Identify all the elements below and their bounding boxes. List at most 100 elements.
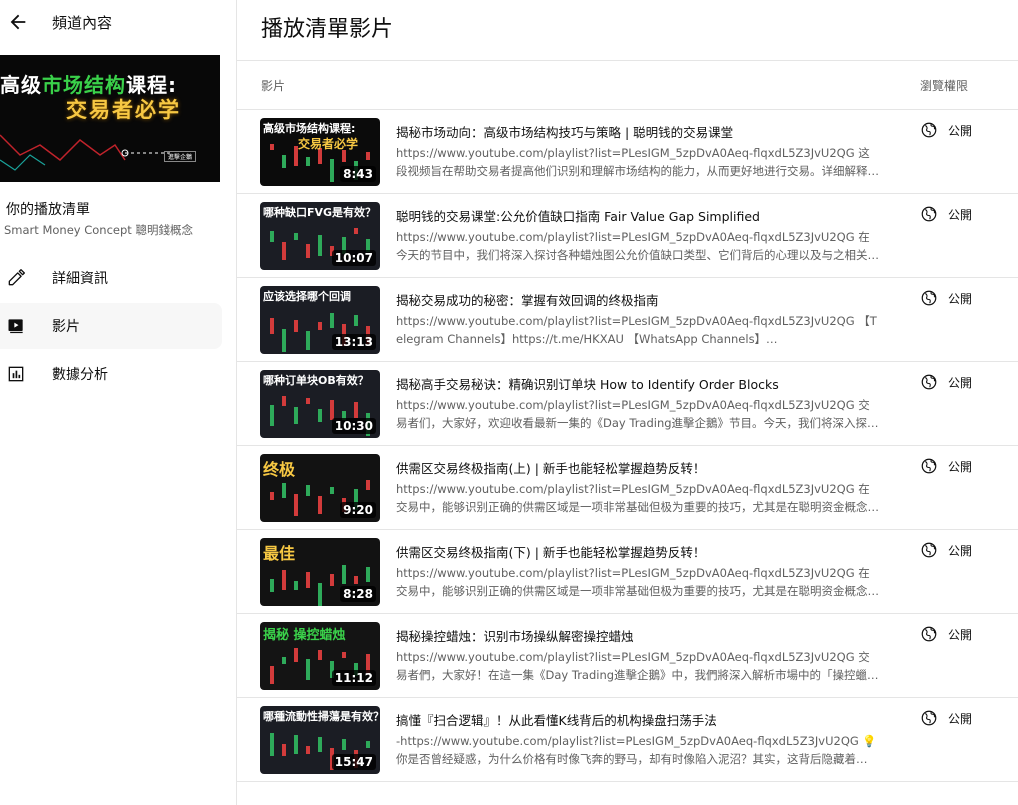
channel-content-title: 頻道內容 xyxy=(52,14,113,32)
video-row[interactable]: 哪種流動性掃蕩是有效？ 15:47 搞懂『扫合逻辑』！从此看懂K线背后的机构操盘扫荡… xyxy=(237,697,1018,782)
video-description: https://www.youtube.com/playlist?list=PL… xyxy=(396,398,879,430)
thumbnail-candle xyxy=(294,407,298,424)
thumbnail-candle xyxy=(318,235,322,256)
video-description: -https://www.youtube.com/playlist?list=P… xyxy=(396,734,877,766)
visibility-selector[interactable]: 公開 xyxy=(920,457,972,475)
visibility-selector[interactable]: 公開 xyxy=(920,205,972,223)
hero-tag: 進擊企鵝 xyxy=(163,151,196,162)
video-title[interactable]: 供需区交易终极指南(下) | 新手也能轻松掌握趋势反转！ xyxy=(396,542,896,561)
video-row[interactable]: 高级市场结构课程: 交易者必学 8:43 揭秘市场动向：高级市场结构技巧与策略 | 聪… xyxy=(237,109,1018,194)
thumbnail-candle xyxy=(294,494,298,516)
thumbnail-candle xyxy=(294,581,298,590)
thumbnail-candle xyxy=(282,570,286,590)
nav-analytics[interactable]: 數據分析 xyxy=(0,351,222,397)
video-title[interactable]: 揭秘操控蜡烛：识别市场操纵解密操控蜡烛 xyxy=(396,626,896,645)
video-duration: 8:43 xyxy=(340,166,376,182)
video-title[interactable]: 揭秘交易成功的秘密：掌握有效回调的终极指南 xyxy=(396,290,896,309)
thumbnail-caption: 高级市场结构课程: xyxy=(263,122,356,135)
main-content: 播放清單影片 影片 瀏覽權限 高级市场结构课程: 交易者必学 8:43 揭秘市场动向：… xyxy=(237,0,1018,805)
thumbnail-caption: 最佳 xyxy=(263,544,296,563)
thumbnail-candle xyxy=(330,574,334,586)
thumbnail-candle xyxy=(354,402,358,418)
thumbnail-candle xyxy=(282,242,286,260)
video-row[interactable]: 应该选择哪个回调 13:13 揭秘交易成功的秘密：掌握有效回调的终极指南 https:… xyxy=(237,277,1018,362)
thumbnail-candle xyxy=(330,487,334,494)
video-row[interactable]: 哪种订单块OB有效？ 10:30 揭秘高手交易秘诀：精确识别订单块 How to I… xyxy=(237,361,1018,446)
video-row[interactable]: 揭秘 操控蜡烛 11:12 揭秘操控蜡烛：识别市场操纵解密操控蜡烛 https://w… xyxy=(237,613,1018,698)
thumbnail-candle xyxy=(342,565,346,584)
thumbnail-candle xyxy=(318,322,322,330)
visibility-label: 公開 xyxy=(948,543,973,558)
video-thumbnail[interactable]: 揭秘 操控蜡烛 11:12 xyxy=(260,622,380,690)
video-row[interactable]: 哪种缺口FVG是有效？ 10:07 聪明钱的交易课堂:公允价值缺口指南 Fair V… xyxy=(237,193,1018,278)
column-header-visibility: 瀏覽權限 xyxy=(920,79,969,93)
visibility-selector[interactable]: 公開 xyxy=(920,121,972,139)
thumbnail-candle xyxy=(318,583,322,606)
playlist-hero-thumbnail[interactable]: 高级市场结构课程: 交易者必学 進擊企鵝 xyxy=(0,55,220,182)
visibility-label: 公開 xyxy=(948,627,973,642)
globe-icon xyxy=(921,122,937,138)
video-row[interactable]: 最佳 8:28 供需区交易终极指南(下) | 新手也能轻松掌握趋势反转！ https:… xyxy=(237,529,1018,614)
visibility-label: 公開 xyxy=(948,459,973,474)
video-thumbnail[interactable]: 应该选择哪个回调 13:13 xyxy=(260,286,380,354)
visibility-label: 公開 xyxy=(948,375,973,390)
video-title[interactable]: 聪明钱的交易课堂:公允价值缺口指南 Fair Value Gap Simplif… xyxy=(396,206,896,225)
thumbnail-candle xyxy=(366,741,370,748)
thumbnail-caption-2: 交易者必学 xyxy=(298,137,359,151)
thumbnail-candle xyxy=(294,648,298,662)
thumbnail-candle xyxy=(306,572,310,588)
thumbnail-candle xyxy=(330,159,334,182)
thumbnail-candle xyxy=(306,157,310,166)
nav-videos[interactable]: 影片 xyxy=(0,303,222,349)
pencil-icon xyxy=(6,268,26,288)
visibility-label: 公開 xyxy=(948,207,973,222)
video-duration: 8:28 xyxy=(340,586,376,602)
video-description: https://www.youtube.com/playlist?list=PL… xyxy=(396,230,879,262)
thumbnail-candle xyxy=(282,155,286,168)
playlist-subtitle: Smart Money Concept 聰明錢概念 xyxy=(4,223,193,237)
thumbnail-candle xyxy=(354,576,358,584)
video-row[interactable]: 终极 9:20 供需区交易终极指南(上) | 新手也能轻松掌握趋势反转！ https:… xyxy=(237,445,1018,530)
thumbnail-candle xyxy=(270,405,274,426)
page-title: 播放清單影片 xyxy=(261,17,394,42)
thumbnail-candle xyxy=(354,315,358,326)
video-description: https://www.youtube.com/playlist?list=PL… xyxy=(396,314,877,346)
sidebar-header: 頻道內容 xyxy=(0,0,236,44)
video-description: https://www.youtube.com/playlist?list=PL… xyxy=(396,650,879,682)
thumbnail-candle xyxy=(366,480,370,490)
video-title[interactable]: 揭秘市场动向：高级市场结构技巧与策略 | 聪明钱的交易课堂 xyxy=(396,122,896,141)
nav-details[interactable]: 詳細資訊 xyxy=(0,255,222,301)
video-icon xyxy=(6,316,26,336)
thumbnail-caption: 哪种缺口FVG是有效？ xyxy=(263,206,377,219)
video-thumbnail[interactable]: 终极 9:20 xyxy=(260,454,380,522)
thumbnail-candle xyxy=(330,400,334,420)
visibility-selector[interactable]: 公開 xyxy=(920,625,972,643)
video-duration: 13:13 xyxy=(331,334,376,350)
thumbnail-candle xyxy=(270,492,274,500)
thumbnail-candle xyxy=(270,231,274,242)
visibility-selector[interactable]: 公開 xyxy=(920,709,972,727)
back-button[interactable] xyxy=(6,10,30,34)
video-duration: 9:20 xyxy=(340,502,376,518)
nav-details-label: 詳細資訊 xyxy=(52,271,108,287)
visibility-selector[interactable]: 公開 xyxy=(920,289,972,307)
nav-analytics-label: 數據分析 xyxy=(52,367,108,383)
thumbnail-caption: 揭秘 操控蜡烛 xyxy=(263,628,346,643)
video-thumbnail[interactable]: 高级市场结构课程: 交易者必学 8:43 xyxy=(260,118,380,186)
thumbnail-candle xyxy=(282,396,286,406)
video-title[interactable]: 搞懂『扫合逻辑』！从此看懂K线背后的机构操盘扫荡手法 xyxy=(396,710,896,729)
video-thumbnail[interactable]: 哪种订单块OB有效？ 10:30 xyxy=(260,370,380,438)
thumbnail-caption: 哪种订单块OB有效？ xyxy=(263,374,369,387)
video-thumbnail[interactable]: 哪種流動性掃蕩是有效？ 15:47 xyxy=(260,706,380,774)
video-title[interactable]: 揭秘高手交易秘诀：精确识别订单块 How to Identify Order B… xyxy=(396,374,896,393)
globe-icon xyxy=(921,374,937,390)
video-thumbnail[interactable]: 最佳 8:28 xyxy=(260,538,380,606)
thumbnail-candle xyxy=(342,739,346,750)
video-description: https://www.youtube.com/playlist?list=PL… xyxy=(396,566,879,598)
video-thumbnail[interactable]: 哪种缺口FVG是有效？ 10:07 xyxy=(260,202,380,270)
thumbnail-candle xyxy=(318,496,322,514)
video-title[interactable]: 供需区交易终极指南(上) | 新手也能轻松掌握趋势反转！ xyxy=(396,458,896,477)
visibility-selector[interactable]: 公開 xyxy=(920,541,972,559)
visibility-selector[interactable]: 公開 xyxy=(920,373,972,391)
visibility-label: 公開 xyxy=(948,123,973,138)
